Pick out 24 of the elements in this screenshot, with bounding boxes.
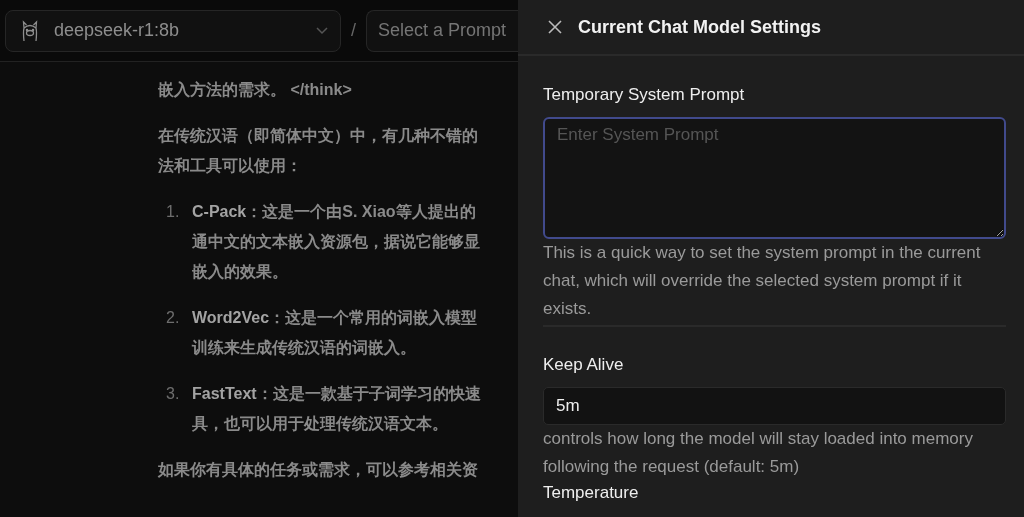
- chevron-down-icon: [316, 26, 328, 35]
- system-prompt-field[interactable]: Enter System Prompt: [543, 117, 1006, 239]
- close-icon[interactable]: [546, 18, 564, 36]
- model-selector[interactable]: deepseek-r1:8b: [5, 9, 341, 52]
- keep-alive-field[interactable]: 5m: [543, 387, 1006, 425]
- help-text: controls how long the model will stay loaded into memory following the request (default: 5m): [543, 428, 974, 478]
- list-item-text: C-Pack：这是一个由S. Xiao等人提出的 通中文的文本嵌入资源包，据说它能够显 嵌入的效果。: [192, 202, 480, 282]
- chat-paragraph: 嵌入方法的需求。 </think>: [158, 80, 353, 100]
- field-label: Temporary System Prompt: [543, 85, 746, 105]
- field-label: Keep Alive: [543, 355, 625, 375]
- field-label: Temperature: [543, 483, 640, 503]
- separator: /: [351, 20, 356, 41]
- prompt-selector[interactable]: Select a Prompt: [366, 9, 518, 52]
- panel-title: Current Chat Model Settings: [578, 16, 821, 38]
- model-name: deepseek-r1:8b: [54, 20, 181, 41]
- chat-paragraph: 如果你有具体的任务或需求，可以参考相关资: [158, 460, 479, 480]
- chat-paragraph: 在传统汉语（即简体中文）中，有几种不错的 法和工具可以使用：: [158, 126, 479, 176]
- list-number: 2.: [166, 308, 181, 328]
- help-text: This is a quick way to set the system prompt in the current chat, which will override the selected system prompt if it exists.: [543, 242, 982, 320]
- llama-icon: [20, 19, 40, 42]
- list-number: 3.: [166, 384, 181, 404]
- list-item-text: Word2Vec：这是一个常用的词嵌入模型 训练来生成传统汉语的词嵌入。: [192, 308, 478, 358]
- list-number: 1.: [166, 202, 181, 222]
- list-item-text: FastText：这是一款基于子词学习的快速 具，也可以用于处理传统汉语文本。: [192, 384, 481, 434]
